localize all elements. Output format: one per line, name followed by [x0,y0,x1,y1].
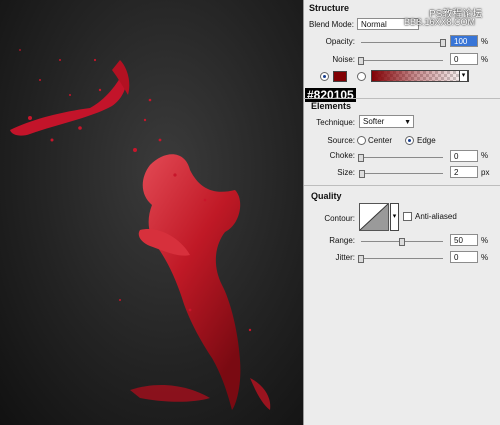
size-slider[interactable] [358,170,443,178]
layer-style-panel: Structure Blend Mode: Normal Opacity: 10… [303,0,500,425]
range-input[interactable]: 50 [450,234,478,246]
splash-body [142,154,241,410]
opacity-slider[interactable] [361,39,446,47]
contour-dropdown-arrow[interactable]: ▾ [390,203,399,231]
splash-spray-bottom [130,384,210,402]
jitter-label: Jitter: [335,253,355,262]
noise-slider[interactable] [358,57,443,65]
opacity-unit: % [481,37,489,46]
noise-input[interactable]: 0 [450,53,478,65]
size-unit: px [481,168,490,177]
jitter-slider-thumb[interactable] [358,255,364,263]
source-edge-radio[interactable] [405,136,414,145]
contour-picker[interactable] [359,203,389,231]
anti-aliased-checkbox[interactable] [403,212,412,221]
color-swatch[interactable] [333,71,347,82]
technique-select[interactable]: Softer ▼ [359,115,414,128]
divider [304,98,500,99]
artwork-canvas [0,0,303,425]
source-edge-label: Edge [417,136,436,145]
jitter-slider[interactable] [358,255,443,263]
opacity-input[interactable]: 100 [450,35,478,47]
blend-mode-label: Blend Mode: [309,20,354,29]
red-splash-artwork [10,49,271,410]
choke-unit: % [481,151,489,160]
contour-curve-icon [360,204,388,230]
source-center-label: Center [368,136,393,145]
jitter-input[interactable]: 0 [450,251,478,263]
choke-input[interactable]: 0 [450,150,478,162]
fill-gradient-radio[interactable] [357,72,366,81]
gradient-dropdown-arrow[interactable]: ▾ [459,70,468,82]
size-label: Size: [337,168,355,177]
range-label: Range: [329,236,355,245]
range-unit: % [481,236,489,245]
noise-slider-thumb[interactable] [358,57,364,65]
size-slider-thumb[interactable] [358,170,365,178]
technique-label: Technique: [316,118,355,127]
jitter-unit: % [481,253,489,262]
technique-value: Softer [363,117,385,126]
watermark-line-2: BBS.16XX8.COM [404,17,476,27]
range-slider-thumb[interactable] [399,238,405,246]
source-center-radio[interactable] [357,136,366,145]
screenshot: Structure Blend Mode: Normal Opacity: 10… [0,0,500,425]
fill-color-radio[interactable] [320,72,329,81]
structure-title: Structure [309,3,350,13]
contour-label: Contour: [324,214,355,223]
divider [304,185,500,186]
noise-label: Noise: [332,55,355,64]
range-slider[interactable] [361,238,443,246]
quality-title: Quality [311,191,342,201]
choke-label: Choke: [329,151,355,160]
opacity-label: Opacity: [325,37,355,46]
choke-slider[interactable] [358,154,443,162]
gradient-picker[interactable] [371,70,469,82]
opacity-slider-thumb[interactable] [440,39,446,47]
color-hex-label: #820105 [305,88,356,102]
splash-spray-left [10,70,127,136]
source-label: Source: [327,136,355,145]
choke-slider-thumb[interactable] [358,154,364,162]
noise-unit: % [481,55,489,64]
chevron-down-icon: ▼ [404,119,411,126]
elements-title: Elements [311,101,352,111]
size-input[interactable]: 2 [450,166,478,178]
anti-aliased-label: Anti-aliased [415,212,457,221]
